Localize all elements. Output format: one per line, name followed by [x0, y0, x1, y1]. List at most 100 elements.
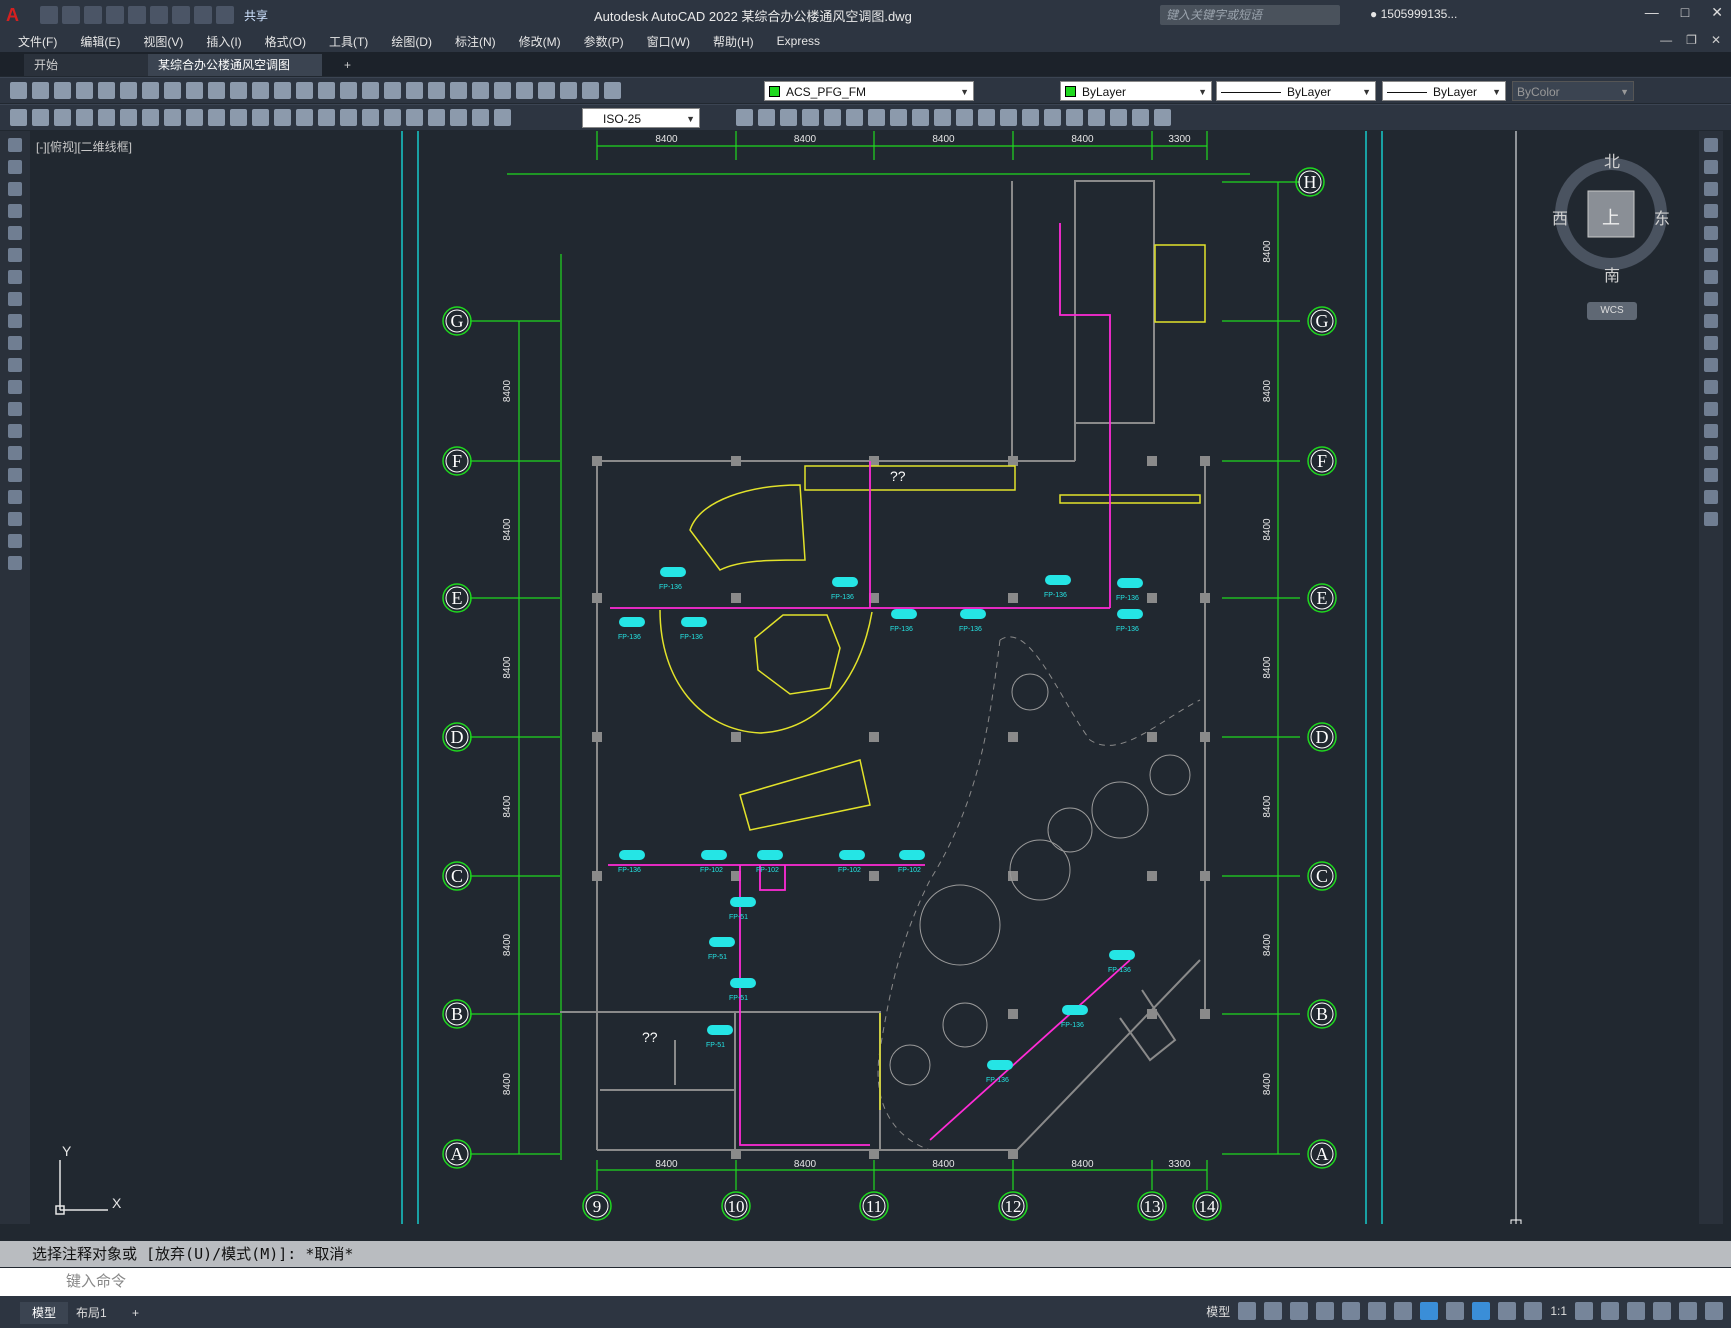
dim-style-icon[interactable] — [736, 109, 753, 126]
dim-radius-icon[interactable] — [164, 109, 181, 126]
dim-ordinate-icon[interactable] — [142, 109, 159, 126]
menu-help[interactable]: 帮助(H) — [713, 33, 754, 50]
minimize-icon[interactable]: — — [1645, 4, 1659, 21]
rotate-icon[interactable] — [1704, 270, 1718, 284]
copy-icon[interactable] — [1704, 160, 1718, 174]
redo-icon[interactable] — [216, 6, 234, 24]
dim-linear-icon[interactable] — [76, 109, 93, 126]
viewcube[interactable]: 北 南 西 东 上 — [1550, 148, 1670, 285]
polar-icon[interactable] — [1342, 1302, 1361, 1320]
array-icon[interactable] — [824, 109, 841, 126]
menu-window[interactable]: 窗口(W) — [647, 33, 690, 50]
new-layout-button[interactable]: + — [120, 1302, 151, 1324]
qnew-icon[interactable] — [10, 82, 27, 99]
layer-dropdown[interactable]: ACS_PFG_FM ▼ — [764, 81, 974, 101]
paste-icon[interactable] — [208, 82, 225, 99]
menu-modify[interactable]: 修改(M) — [519, 33, 561, 50]
share-button[interactable]: 共享 — [244, 7, 268, 24]
doc-minimize-icon[interactable]: — — [1660, 33, 1672, 47]
grid-icon[interactable] — [1238, 1302, 1257, 1320]
mtext-icon[interactable] — [8, 534, 22, 548]
cut-icon[interactable] — [164, 82, 181, 99]
autocad-logo-icon[interactable]: A — [6, 5, 26, 25]
viewcube-top-face[interactable]: 上 — [1602, 204, 1620, 230]
dim-baseline-icon[interactable] — [274, 109, 291, 126]
explode-icon[interactable] — [1704, 512, 1718, 526]
dim-diameter-icon[interactable] — [208, 109, 225, 126]
open-icon[interactable] — [32, 82, 49, 99]
workspace-gear-icon[interactable] — [1575, 1302, 1593, 1320]
mirror-icon[interactable] — [780, 109, 797, 126]
gradient-icon[interactable] — [8, 468, 22, 482]
dim-continue-icon[interactable] — [296, 109, 313, 126]
tool-palettes-icon[interactable] — [450, 82, 467, 99]
dim-angular-icon[interactable] — [230, 109, 247, 126]
drawing-canvas[interactable]: FP-136 FP-136 FP-136 FP-136 FP-136 FP-136 FP-1… — [30, 131, 1690, 1224]
menu-edit[interactable]: 编辑(E) — [80, 33, 120, 50]
annotation-scale-icon[interactable] — [1524, 1302, 1543, 1320]
explode-icon[interactable] — [1066, 109, 1083, 126]
compass-west[interactable]: 西 — [1552, 205, 1568, 229]
wblock-icon[interactable] — [10, 109, 27, 126]
menu-view[interactable]: 视图(V) — [143, 33, 183, 50]
trim-icon[interactable] — [1704, 336, 1718, 350]
table-icon[interactable] — [8, 512, 22, 526]
join-icon[interactable] — [1000, 109, 1017, 126]
dim-arc-icon[interactable] — [120, 109, 137, 126]
new-icon[interactable] — [40, 6, 58, 24]
arc-icon[interactable] — [8, 248, 22, 262]
stretch-icon[interactable] — [1704, 314, 1718, 328]
menu-express[interactable]: Express — [777, 34, 820, 48]
line-icon[interactable] — [8, 138, 22, 152]
hatch-icon[interactable] — [8, 446, 22, 460]
tolerance-icon[interactable] — [362, 109, 379, 126]
dim-break-icon[interactable] — [340, 109, 357, 126]
copy-icon[interactable] — [186, 82, 203, 99]
block-editor-icon[interactable] — [252, 82, 269, 99]
3dprint-icon[interactable] — [142, 82, 159, 99]
menu-parametric[interactable]: 参数(P) — [584, 33, 624, 50]
plus-icon[interactable] — [1601, 1302, 1619, 1320]
group-icon[interactable] — [1110, 109, 1127, 126]
search-input[interactable]: 键入关键字或短语 — [1160, 5, 1340, 25]
stretch-icon[interactable] — [912, 109, 929, 126]
break-icon[interactable] — [978, 109, 995, 126]
infer-icon[interactable] — [1290, 1302, 1309, 1320]
dim-aligned-icon[interactable] — [98, 109, 115, 126]
blend-icon[interactable] — [1704, 490, 1718, 504]
fillet-icon[interactable] — [1044, 109, 1061, 126]
web-save-icon[interactable] — [150, 6, 168, 24]
zoom-realtime-icon[interactable] — [340, 82, 357, 99]
auto-scale-icon[interactable] — [1498, 1302, 1517, 1320]
trim-icon[interactable] — [934, 109, 951, 126]
markup-icon[interactable] — [494, 82, 511, 99]
properties-icon[interactable] — [406, 82, 423, 99]
compass-north[interactable]: 北 — [1604, 148, 1620, 172]
object-snap-tracking-icon[interactable] — [1394, 1302, 1413, 1320]
dim-text-edit-icon[interactable] — [472, 109, 489, 126]
layer-properties-icon[interactable] — [560, 82, 577, 99]
zoom-window-icon[interactable] — [362, 82, 379, 99]
web-open-icon[interactable] — [128, 6, 146, 24]
object-snap-icon[interactable] — [1420, 1302, 1439, 1320]
layer-freeze-icon[interactable] — [604, 82, 621, 99]
tab-layout1[interactable]: 布局1 — [64, 1302, 119, 1324]
mirror-icon[interactable] — [1704, 182, 1718, 196]
offset-icon[interactable] — [1704, 204, 1718, 218]
menu-tools[interactable]: 工具(T) — [329, 33, 368, 50]
polygon-icon[interactable] — [8, 204, 22, 218]
polyline-icon[interactable] — [8, 182, 22, 196]
annotation-scale-value[interactable]: 1:1 — [1550, 1304, 1567, 1318]
calculator-icon[interactable] — [516, 82, 533, 99]
lineweight-icon[interactable] — [1446, 1302, 1465, 1320]
spline-icon[interactable] — [8, 314, 22, 328]
tab-start[interactable]: 开始 — [24, 54, 150, 76]
doc-restore-icon[interactable]: ❐ — [1686, 33, 1697, 47]
layer-state-icon[interactable] — [582, 82, 599, 99]
compass-east[interactable]: 东 — [1654, 205, 1670, 229]
help-icon[interactable] — [538, 82, 555, 99]
doc-close-icon[interactable]: ✕ — [1711, 33, 1721, 47]
user-account[interactable]: ● 1505999135... — [1370, 7, 1457, 21]
plot-icon[interactable] — [76, 82, 93, 99]
dim-space-icon[interactable] — [318, 109, 335, 126]
